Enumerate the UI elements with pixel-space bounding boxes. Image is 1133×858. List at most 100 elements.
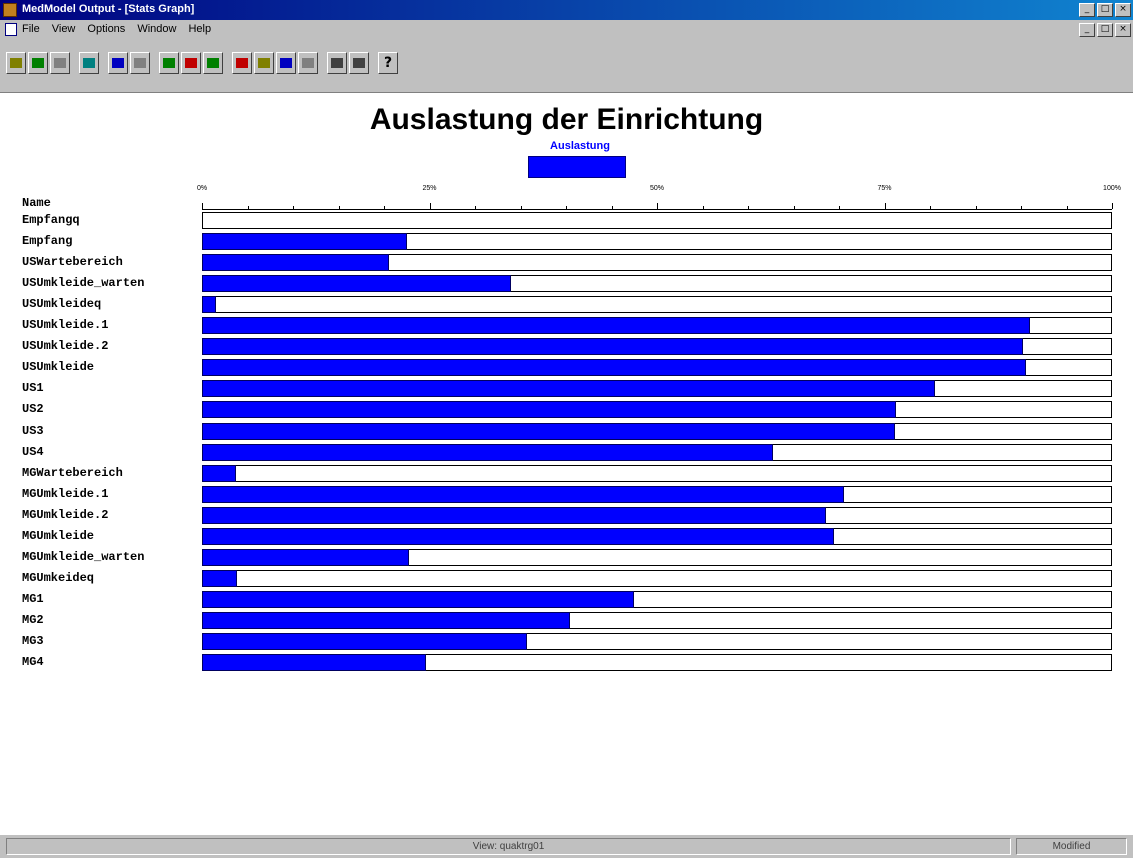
status-modified: Modified [1016, 838, 1127, 855]
category-label: MG1 [22, 592, 44, 606]
x-tick [429, 203, 431, 209]
bar [202, 317, 1031, 334]
open-icon[interactable] [6, 52, 26, 74]
category-label: MG3 [22, 634, 44, 648]
print-icon-glyph [331, 58, 343, 68]
x-tick [475, 206, 476, 209]
bar [202, 275, 512, 292]
toolbar-separator [101, 52, 106, 74]
x-tick [702, 206, 704, 209]
help-icon[interactable]: ? [378, 52, 398, 74]
category-label: Empfangq [22, 213, 80, 227]
bar [202, 444, 773, 461]
bar [202, 612, 570, 629]
save-icon[interactable] [50, 52, 70, 74]
doc-restore-icon[interactable]: □ [1097, 23, 1113, 37]
category-header: Name [22, 196, 51, 210]
document-icon[interactable] [5, 23, 17, 36]
title-bar[interactable]: MedModel Output - [Stats Graph] _ □ × [0, 0, 1133, 20]
document-window-controls: _ □ × [1079, 23, 1131, 37]
fit-icon-glyph [83, 58, 95, 68]
app-icon[interactable] [3, 3, 17, 17]
category-label: MGUmkeideq [22, 571, 95, 585]
preview-icon[interactable] [349, 52, 369, 74]
bar [202, 549, 410, 566]
bar [202, 633, 527, 650]
x-tick [247, 206, 249, 209]
close-icon[interactable]: × [1115, 3, 1131, 17]
window-title: MedModel Output - [Stats Graph] [22, 3, 195, 15]
edit-icon[interactable] [254, 52, 274, 74]
fit-icon[interactable] [79, 52, 99, 74]
bar [202, 570, 237, 587]
x-tick [839, 206, 840, 209]
bar [202, 486, 844, 503]
minimize-icon[interactable]: _ [1079, 3, 1095, 17]
chart-title: Auslastung der Einrichtung [369, 103, 764, 136]
bar [202, 233, 407, 250]
menu-window[interactable]: Window [137, 23, 176, 35]
graph-icon[interactable] [232, 52, 252, 74]
status-bar: View: quaktrg01 Modified [0, 835, 1133, 858]
x-tick [384, 206, 385, 209]
category-label: MGUmkleide.1 [22, 487, 109, 501]
x-tick [202, 203, 203, 209]
graph-icon-glyph [236, 58, 248, 68]
bar [202, 465, 236, 482]
report-icon-glyph [112, 58, 124, 68]
bar-graph-icon[interactable] [159, 52, 179, 74]
bar-track [202, 212, 1112, 229]
toolbar-separator [371, 52, 376, 74]
layout-icon[interactable] [298, 52, 318, 74]
x-tick [1021, 206, 1022, 209]
save-icon-glyph [54, 58, 66, 68]
bar [202, 254, 389, 271]
color-icon-glyph [280, 58, 292, 68]
x-tick-label: 75% [877, 185, 892, 192]
category-label: MG2 [22, 613, 44, 627]
doc-close-icon[interactable]: × [1115, 23, 1131, 37]
x-tick [338, 206, 340, 209]
category-label: MGUmkleide_warten [22, 550, 145, 564]
menu-file[interactable]: File [22, 23, 40, 35]
window-controls: _ □ × [1079, 3, 1131, 17]
bar [202, 528, 835, 545]
x-tick [657, 203, 658, 209]
table-icon[interactable] [130, 52, 150, 74]
x-tick [293, 206, 294, 209]
menu-items: File View Options Window Help [22, 23, 211, 35]
toolbar-separator [152, 52, 157, 74]
doc-minimize-icon[interactable]: _ [1079, 23, 1095, 37]
x-tick-label: 100% [1103, 185, 1121, 192]
x-tick [748, 206, 749, 209]
print-setup-icon[interactable] [28, 52, 48, 74]
category-label: USUmkleide_warten [22, 276, 145, 290]
layout-icon-glyph [302, 58, 314, 68]
bar [202, 359, 1027, 376]
bar-track [202, 465, 1112, 482]
x-tick [930, 206, 931, 209]
edit-icon-glyph [258, 58, 270, 68]
print-icon[interactable] [327, 52, 347, 74]
category-label: US2 [22, 402, 44, 416]
chart-icon[interactable] [181, 52, 201, 74]
maximize-icon[interactable]: □ [1097, 3, 1113, 17]
x-tick [1066, 206, 1068, 209]
bar [202, 380, 935, 397]
color-icon[interactable] [276, 52, 296, 74]
toolbar: ? [0, 38, 1133, 93]
toolbar-separator [72, 52, 77, 74]
x-tick [1112, 203, 1113, 209]
menu-view[interactable]: View [52, 23, 76, 35]
category-label: USUmkleideq [22, 297, 102, 311]
x-tick [975, 206, 977, 209]
menu-options[interactable]: Options [87, 23, 125, 35]
menu-bar: File View Options Window Help _ □ × [0, 20, 1133, 38]
category-label: USUmkleide.1 [22, 318, 109, 332]
bar [202, 507, 827, 524]
pie-icon[interactable] [203, 52, 223, 74]
report-icon[interactable] [108, 52, 128, 74]
menu-help[interactable]: Help [188, 23, 211, 35]
pie-icon-glyph [207, 58, 219, 68]
x-tick [793, 206, 795, 209]
